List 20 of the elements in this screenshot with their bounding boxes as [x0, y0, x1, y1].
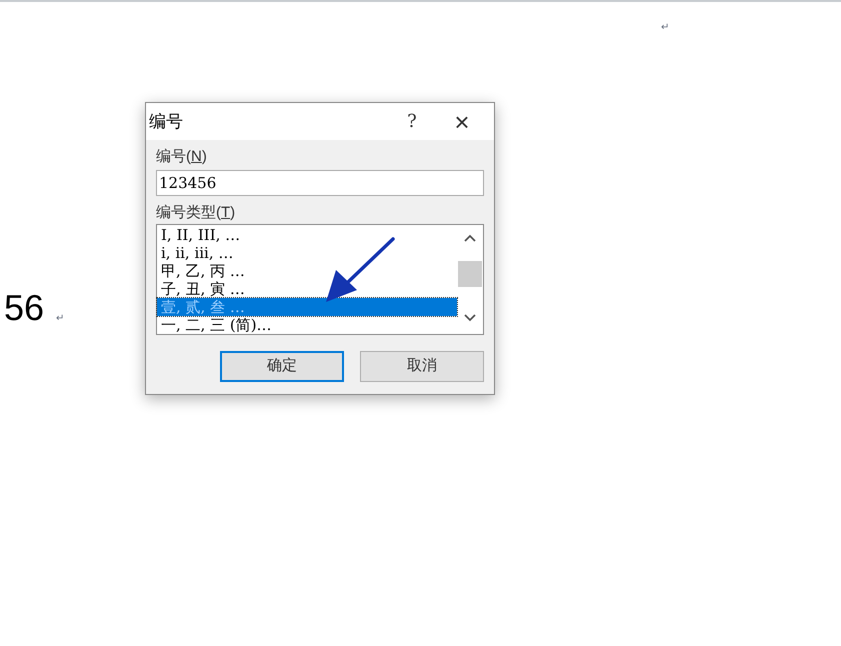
help-button[interactable]: ?: [392, 103, 432, 140]
list-item[interactable]: I, II, III, …: [157, 226, 457, 244]
list-item[interactable]: 一, 二, 三 (简)…: [157, 316, 457, 334]
dialog-button[interactable]: 取消: [360, 351, 484, 382]
document-text: 56: [4, 286, 44, 330]
dialog-button[interactable]: 确定: [220, 351, 344, 382]
paragraph-mark: ↵: [56, 312, 64, 326]
close-button[interactable]: ×: [442, 103, 482, 140]
scroll-thumb[interactable]: [458, 261, 482, 287]
window-title: 编号: [149, 110, 183, 133]
paragraph-mark: ↵: [661, 21, 669, 35]
list-item[interactable]: i, ii, iii, …: [157, 244, 457, 262]
field-label: 编号(N): [156, 147, 208, 167]
scroll-up-icon[interactable]: [464, 234, 476, 242]
arrow-drawing: [324, 236, 396, 304]
list-item[interactable]: 甲, 乙, 丙 …: [157, 262, 457, 280]
number-field[interactable]: 123456: [156, 170, 484, 196]
list-item[interactable]: 子, 丑, 寅 …: [157, 280, 457, 298]
scroll-down-icon[interactable]: [464, 314, 476, 322]
field-label: 编号类型(T): [156, 203, 236, 223]
